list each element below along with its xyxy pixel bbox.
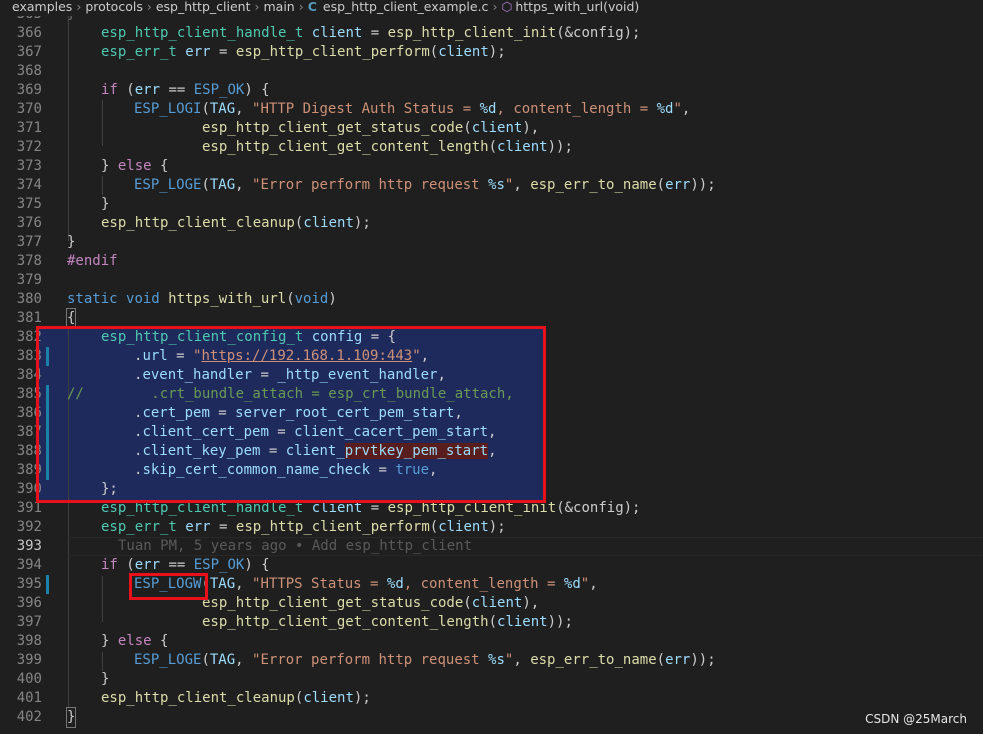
breadcrumb-item[interactable]: esp_http_client [156, 0, 251, 14]
code-line: 401 esp_http_client_cleanup(client); [16, 690, 371, 706]
breadcrumb: examples › protocols › esp_http_client › main ›… [0, 0, 983, 16]
code-line: 376 esp_http_client_cleanup(client); [16, 215, 371, 231]
code-line-current: 393 Tuan PM, 5 years ago • Add esp_http_c… [16, 538, 473, 554]
c-file-icon: C [307, 0, 317, 14]
watermark: CSDN @25March [865, 712, 967, 726]
code-line: 372 esp_http_client_get_content_length(cl… [16, 139, 573, 155]
annotation-box-config [36, 326, 546, 503]
breadcrumb-item[interactable]: esp_http_client_example.c [323, 0, 489, 14]
annotation-box-logw [129, 573, 208, 600]
chevron-right-icon: › [254, 0, 260, 14]
chevron-right-icon: › [298, 0, 304, 14]
code-line: 369 if (err == ESP_OK) { [16, 82, 270, 98]
code-line: 379 [16, 272, 42, 288]
code-line: 392 esp_err_t err = esp_http_client_perfo… [16, 519, 506, 535]
code-line: 378 #endif [16, 253, 118, 269]
code-line: 374 ESP_LOGE(TAG, "Error perform http req… [16, 177, 716, 193]
code-line: 398} else { [16, 633, 169, 649]
breadcrumb-item[interactable]: protocols [85, 0, 143, 14]
chevron-right-icon: › [492, 0, 498, 14]
code-line: 366 esp_http_client_handle_t client = esp… [16, 25, 641, 41]
code-line: 380 static void https_with_url(void) [16, 291, 337, 307]
breadcrumb-item[interactable]: https_with_url(void) [515, 0, 639, 14]
code-line: 375} [16, 196, 110, 212]
method-cube-icon: ⬡ [501, 0, 513, 14]
breadcrumb-item[interactable]: examples [12, 0, 72, 14]
code-line: 402} [16, 707, 77, 728]
chevron-right-icon: › [76, 0, 82, 14]
git-blame-annotation: Tuan PM, 5 years ago • Add esp_http_clie… [118, 538, 473, 554]
breadcrumb-item[interactable]: main [263, 0, 294, 14]
code-line: 373} else { [16, 158, 169, 174]
code-line: 397 esp_http_client_get_content_length(cl… [16, 614, 573, 630]
code-line: 368 [16, 63, 42, 79]
code-line: 377} [16, 234, 76, 250]
code-line: 367 esp_err_t err = esp_http_client_perfo… [16, 44, 506, 60]
chevron-right-icon: › [146, 0, 152, 14]
code-line: 399 ESP_LOGE(TAG, "Error perform http req… [16, 652, 716, 668]
code-line: 371 esp_http_client_get_status_code(clien… [16, 120, 540, 136]
code-line: 370 ESP_LOGI(TAG, "HTTP Digest Auth Statu… [16, 101, 691, 117]
code-editor[interactable]: 365} 366esp_http_client_handle_t client … [0, 0, 983, 734]
code-line: 400} [16, 671, 110, 687]
